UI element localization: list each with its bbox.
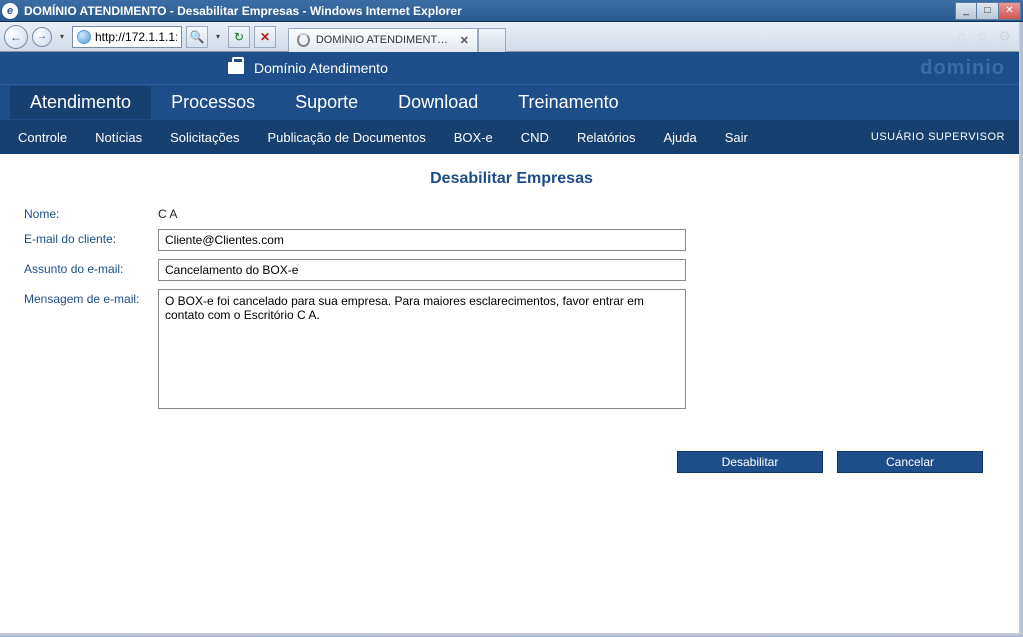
label-email: E-mail do cliente:: [24, 229, 158, 246]
page-title: Desabilitar Empresas: [0, 166, 1023, 204]
submenu-ajuda[interactable]: Ajuda: [663, 130, 696, 145]
search-dropdown-button[interactable]: 🔍: [186, 26, 208, 48]
disable-company-form: Nome: C A E-mail do cliente: Assunto do …: [0, 204, 1023, 409]
search-provider-dropdown[interactable]: ▾: [212, 25, 224, 49]
value-nome: C A: [158, 204, 177, 221]
nav-forward-button[interactable]: →: [32, 27, 52, 47]
input-email[interactable]: [158, 229, 686, 251]
menu-download[interactable]: Download: [378, 86, 498, 119]
tab-title: DOMÍNIO ATENDIMENTO - D...: [316, 34, 454, 46]
main-menu: Atendimento Processos Suporte Download T…: [0, 84, 1023, 120]
tab-close-icon[interactable]: ✕: [460, 34, 469, 47]
submenu-solicitacoes[interactable]: Solicitações: [170, 130, 239, 145]
window-border-bottom: [0, 633, 1023, 637]
new-tab-button[interactable]: [478, 28, 506, 52]
label-nome: Nome:: [24, 204, 158, 221]
address-input[interactable]: [95, 30, 177, 44]
window-maximize-button[interactable]: □: [977, 2, 999, 20]
submenu-cnd[interactable]: CND: [521, 130, 549, 145]
menu-atendimento[interactable]: Atendimento: [10, 86, 151, 119]
favorites-icon[interactable]: ☆: [976, 28, 989, 45]
ie-icon: e: [2, 3, 18, 19]
label-assunto: Assunto do e-mail:: [24, 259, 158, 276]
window-titlebar: e DOMÍNIO ATENDIMENTO - Desabilitar Empr…: [0, 0, 1023, 22]
stop-button[interactable]: ✕: [254, 26, 276, 48]
menu-suporte[interactable]: Suporte: [275, 86, 378, 119]
home-icon[interactable]: ⌂: [957, 28, 965, 45]
label-mensagem: Mensagem de e-mail:: [24, 289, 158, 306]
tools-icon[interactable]: ⚙: [998, 28, 1011, 45]
submenu-noticias[interactable]: Notícias: [95, 130, 142, 145]
brand-logo: dominio: [920, 57, 1005, 80]
submenu-controle[interactable]: Controle: [18, 130, 67, 145]
desabilitar-button[interactable]: Desabilitar: [677, 451, 823, 473]
tab-strip: DOMÍNIO ATENDIMENTO - D... ✕: [288, 22, 945, 52]
nav-back-button[interactable]: ←: [4, 25, 28, 49]
input-mensagem[interactable]: [158, 289, 686, 409]
submenu-sair[interactable]: Sair: [725, 130, 748, 145]
current-user-label: USUÁRIO SUPERVISOR: [871, 131, 1005, 143]
browser-toolbar: ← → ▾ 🔍 ▾ ↻ ✕ DOMÍNIO ATENDIMENTO - D...…: [0, 22, 1023, 52]
window-close-button[interactable]: ✕: [999, 2, 1021, 20]
sub-menu: Controle Notícias Solicitações Publicaçã…: [0, 120, 1023, 154]
submenu-boxe[interactable]: BOX-e: [454, 130, 493, 145]
input-assunto[interactable]: [158, 259, 686, 281]
cancelar-button[interactable]: Cancelar: [837, 451, 983, 473]
app-title: Domínio Atendimento: [254, 60, 388, 76]
address-bar[interactable]: [72, 26, 182, 48]
nav-history-dropdown[interactable]: ▾: [56, 25, 68, 49]
browser-tab-active[interactable]: DOMÍNIO ATENDIMENTO - D... ✕: [288, 28, 478, 52]
app-header: Domínio Atendimento dominio: [0, 52, 1023, 84]
loading-icon: [297, 33, 310, 47]
window-minimize-button[interactable]: _: [955, 2, 977, 20]
menu-treinamento[interactable]: Treinamento: [498, 86, 638, 119]
window-border-right: [1019, 22, 1023, 637]
submenu-relatorios[interactable]: Relatórios: [577, 130, 636, 145]
submenu-publicacao[interactable]: Publicação de Documentos: [267, 130, 425, 145]
briefcase-icon: [228, 62, 244, 74]
menu-processos[interactable]: Processos: [151, 86, 275, 119]
globe-icon: [77, 30, 91, 44]
refresh-button[interactable]: ↻: [228, 26, 250, 48]
window-title: DOMÍNIO ATENDIMENTO - Desabilitar Empres…: [22, 4, 462, 18]
